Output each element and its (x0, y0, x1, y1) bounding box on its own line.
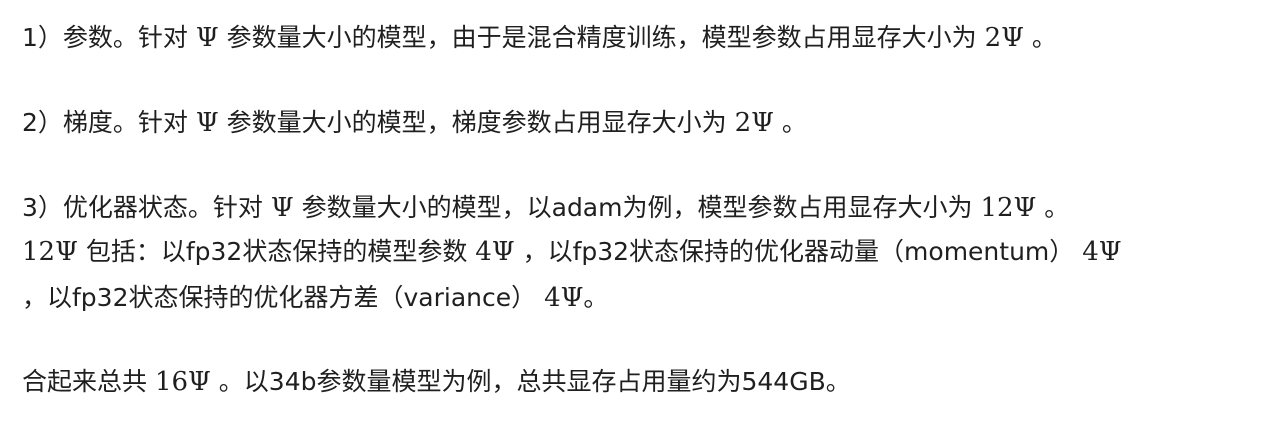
math-psi: Ψ (195, 108, 219, 138)
math-12psi: 12Ψ (980, 193, 1037, 223)
text: 包括：以fp32状态保持的模型参数 (77, 237, 476, 266)
paragraph-optimizer-line1: 3）优化器状态。针对 Ψ 参数量大小的模型，以adam为例，模型参数占用显存大小… (22, 192, 1069, 224)
math-2psi: 2Ψ (734, 108, 774, 138)
math-16psi: 16Ψ (154, 367, 211, 397)
text: 2）梯度。针对 (22, 108, 196, 137)
text: 1）参数。针对 (22, 23, 196, 52)
math-4psi: 4Ψ (1082, 237, 1122, 267)
paragraph-total: 合起来总共 16Ψ 。以34b参数量模型为例，总共显存占用量约为544GB。 (22, 366, 851, 398)
math-4psi: 4Ψ (475, 237, 515, 267)
text: 3）优化器状态。针对 (22, 193, 271, 222)
text: 。 (1023, 23, 1057, 52)
text: 。 (1036, 193, 1070, 222)
math-2psi: 2Ψ (984, 23, 1024, 53)
math-psi: Ψ (195, 23, 219, 53)
text: 合起来总共 (22, 367, 155, 396)
text: 。以34b参数量模型为例，总共显存占用量约为544GB。 (210, 367, 851, 396)
text: 参数量大小的模型，梯度参数占用显存大小为 (218, 108, 735, 137)
text: ，以fp32状态保持的优化器方差（variance） (22, 283, 545, 312)
math-12psi: 12Ψ (22, 237, 78, 267)
paragraph-gradients: 2）梯度。针对 Ψ 参数量大小的模型，梯度参数占用显存大小为 2Ψ 。 (22, 107, 807, 139)
paragraph-parameters: 1）参数。针对 Ψ 参数量大小的模型，由于是混合精度训练，模型参数占用显存大小为… (22, 22, 1057, 54)
math-4psi: 4Ψ (544, 283, 584, 313)
text: 参数量大小的模型，由于是混合精度训练，模型参数占用显存大小为 (218, 23, 985, 52)
text: 。 (583, 283, 609, 312)
text: 。 (773, 108, 807, 137)
math-psi: Ψ (270, 193, 294, 223)
text: 参数量大小的模型，以adam为例，模型参数占用显存大小为 (293, 193, 981, 222)
paragraph-optimizer-line2: 12Ψ 包括：以fp32状态保持的模型参数 4Ψ ，以fp32状态保持的优化器动… (22, 236, 1122, 268)
text: ，以fp32状态保持的优化器动量（momentum） (514, 237, 1083, 266)
paragraph-optimizer-line3: ，以fp32状态保持的优化器方差（variance） 4Ψ。 (22, 282, 608, 314)
